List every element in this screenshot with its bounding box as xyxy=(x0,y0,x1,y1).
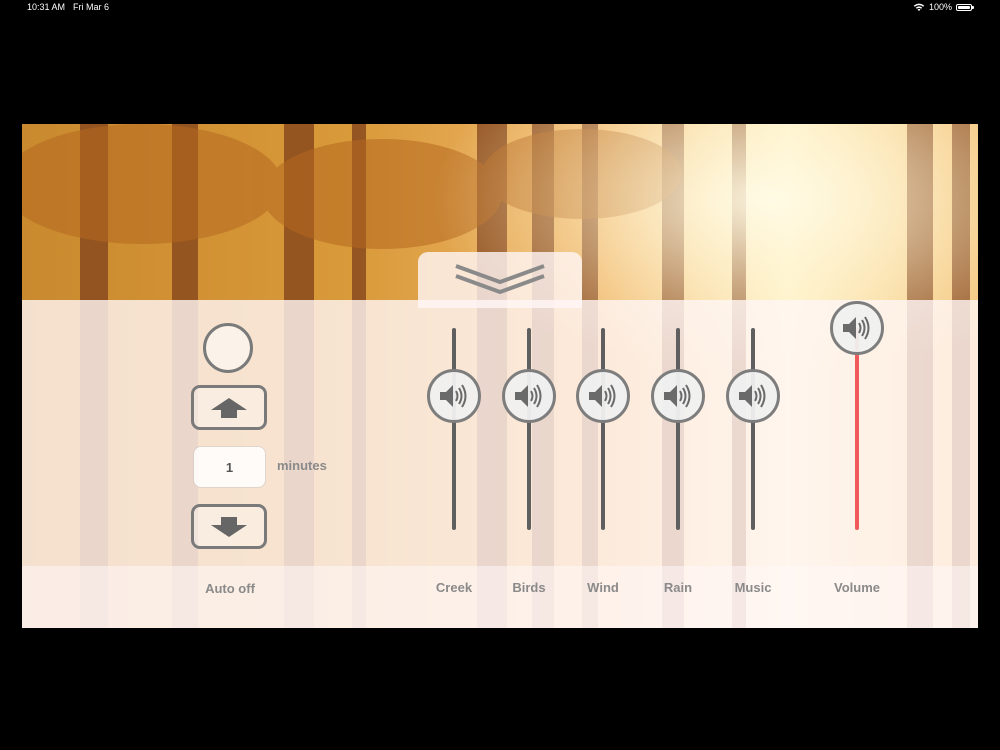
ipad-screen: 10:31 AM Fri Mar 6 100% 1 minutes Auto o… xyxy=(0,0,1000,750)
labels-strip xyxy=(22,566,978,628)
slider-creek[interactable] xyxy=(426,328,482,534)
speaker-icon xyxy=(514,384,542,409)
volume-label: Volume xyxy=(834,580,880,595)
speaker-icon xyxy=(663,384,691,409)
slider-track[interactable] xyxy=(601,328,605,530)
auto-off-toggle-button[interactable] xyxy=(203,323,253,373)
minutes-label: minutes xyxy=(277,458,327,473)
slider-knob[interactable] xyxy=(427,369,481,424)
decrease-minutes-button[interactable] xyxy=(191,504,267,549)
music-label: Music xyxy=(734,580,772,595)
slider-wind[interactable] xyxy=(575,328,631,534)
battery-icon xyxy=(956,3,974,11)
slider-knob[interactable] xyxy=(502,369,556,424)
slider-track[interactable] xyxy=(452,328,456,530)
arrow-down-icon xyxy=(211,516,247,537)
arrow-up-icon xyxy=(211,397,247,418)
slider-track[interactable] xyxy=(751,328,755,530)
speaker-icon xyxy=(842,316,870,340)
slider-birds[interactable] xyxy=(501,328,557,534)
speaker-icon xyxy=(738,384,766,409)
volume-knob[interactable] xyxy=(830,301,884,355)
increase-minutes-button[interactable] xyxy=(191,385,267,430)
chevron-down-icon[interactable] xyxy=(452,262,548,294)
slider-knob[interactable] xyxy=(576,369,630,424)
speaker-icon xyxy=(439,384,467,409)
volume-track[interactable] xyxy=(855,328,859,530)
status-time: 10:31 AM xyxy=(27,2,66,12)
minutes-input[interactable]: 1 xyxy=(194,447,265,487)
slider-track[interactable] xyxy=(527,328,531,530)
status-right: 100% xyxy=(913,2,974,12)
status-date: Fri Mar 6 xyxy=(73,2,109,12)
status-bar: 10:31 AM Fri Mar 6 100% xyxy=(0,0,1000,16)
sound-mixer-app: 1 minutes Auto off Creek Birds Wind Rain… xyxy=(22,124,978,628)
slider-music[interactable] xyxy=(725,328,781,534)
slider-track[interactable] xyxy=(676,328,680,530)
auto-off-label: Auto off xyxy=(205,581,255,596)
slider-knob[interactable] xyxy=(726,369,780,424)
battery-percent: 100% xyxy=(928,2,952,12)
slider-knob[interactable] xyxy=(651,369,705,424)
wifi-icon xyxy=(913,3,925,11)
speaker-icon xyxy=(588,384,616,409)
slider-volume[interactable] xyxy=(829,301,885,534)
slider-rain[interactable] xyxy=(650,328,706,534)
